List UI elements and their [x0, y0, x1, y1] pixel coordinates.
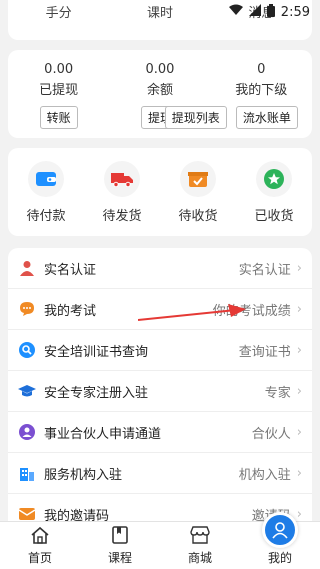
- chevron-right-icon: ›: [296, 424, 302, 440]
- nav-mine[interactable]: 我的: [240, 512, 320, 569]
- order-pending-payment[interactable]: 待付款: [10, 160, 82, 224]
- menu-item-my-exam[interactable]: 我的考试 你的考试成绩 ›: [8, 289, 312, 330]
- truck-icon: [104, 160, 140, 197]
- order-label: 已收货: [254, 208, 294, 224]
- menu-list: 实名认证 实名认证 › 我的考试 你的考试成绩 › 安全培训证书查询 查询证书 …: [8, 248, 312, 548]
- withdraw-list-button[interactable]: 提现列表: [164, 106, 227, 129]
- menu-value: 机构入驻: [238, 467, 291, 483]
- menu-value: 查询证书: [238, 344, 291, 360]
- menu-item-institution-entry[interactable]: 服务机构入驻 机构入驻 ›: [8, 453, 312, 494]
- chevron-right-icon: ›: [296, 342, 302, 358]
- status-bar: 2:59: [0, 0, 320, 24]
- menu-label: 安全专家注册入驻: [44, 385, 149, 401]
- chevron-right-icon: ›: [296, 383, 302, 399]
- withdrawn-label: 已提现: [39, 83, 79, 98]
- ledger-button[interactable]: 流水账单: [235, 106, 298, 129]
- battery-icon: [266, 3, 275, 21]
- menu-value: 你的考试成绩: [212, 303, 291, 319]
- order-label: 待收货: [178, 208, 218, 224]
- star-badge-icon: [256, 160, 292, 197]
- withdrawn-column: 0.00 已提现 转账: [9, 62, 109, 129]
- nav-home[interactable]: 首页: [0, 522, 80, 569]
- graduation-cap-icon: [18, 382, 36, 400]
- balance-label: 余额: [146, 83, 173, 98]
- orders-card: 待付款 待发货 待收货 已收货: [8, 148, 312, 236]
- bottom-nav: 首页 课程 商城 我的: [0, 512, 320, 569]
- nav-label: 商城: [187, 551, 212, 565]
- subordinates-value: 0: [257, 62, 266, 77]
- menu-value: 实名认证: [238, 262, 291, 278]
- menu-item-expert-registration[interactable]: 安全专家注册入驻 专家 ›: [8, 371, 312, 412]
- menu-label: 事业合伙人申请通道: [44, 426, 162, 442]
- shop-icon: [160, 526, 240, 546]
- nav-shop[interactable]: 商城: [160, 522, 240, 569]
- home-icon: [0, 526, 80, 546]
- book-icon: [80, 526, 160, 546]
- package-icon: [180, 160, 216, 197]
- wifi-icon: [228, 4, 243, 20]
- menu-value: 合伙人: [251, 426, 291, 442]
- person-icon: [18, 259, 36, 277]
- search-icon: [18, 341, 36, 359]
- menu-item-partner-application[interactable]: 事业合伙人申请通道 合伙人 ›: [8, 412, 312, 453]
- chevron-right-icon: ›: [296, 260, 302, 276]
- menu-label: 我的考试: [44, 303, 97, 319]
- balance-value: 0.00: [145, 62, 175, 77]
- order-label: 待发货: [102, 208, 142, 224]
- order-received[interactable]: 已收货: [238, 160, 310, 224]
- order-pending-shipment[interactable]: 待发货: [86, 160, 158, 224]
- chevron-right-icon: ›: [296, 301, 302, 317]
- nav-courses[interactable]: 课程: [80, 522, 160, 569]
- transfer-button[interactable]: 转账: [39, 106, 78, 129]
- chat-bubble-icon: [18, 300, 36, 318]
- finance-card: 0.00 已提现 转账 0.00 余额 提现 0 我的下级 提现列表 流水账单: [8, 50, 312, 138]
- user-icon: [262, 512, 298, 548]
- withdrawn-value: 0.00: [44, 62, 74, 77]
- order-pending-receipt[interactable]: 待收货: [162, 160, 234, 224]
- nav-label: 我的: [267, 551, 292, 565]
- nav-label: 首页: [27, 551, 52, 565]
- menu-label: 实名认证: [44, 262, 97, 278]
- status-time: 2:59: [280, 4, 310, 20]
- subordinates-column: 0 我的下级 提现列表 流水账单: [164, 62, 311, 129]
- signal-icon: [248, 4, 261, 20]
- order-label: 待付款: [26, 208, 66, 224]
- menu-label: 安全培训证书查询: [44, 344, 149, 360]
- chevron-right-icon: ›: [296, 465, 302, 481]
- menu-value: 专家: [264, 385, 291, 401]
- chevron-right-icon: ›: [296, 506, 302, 522]
- partner-icon: [18, 423, 36, 441]
- menu-item-certificate-query[interactable]: 安全培训证书查询 查询证书 ›: [8, 330, 312, 371]
- building-icon: [18, 464, 36, 482]
- menu-label: 服务机构入驻: [44, 467, 123, 483]
- nav-label: 课程: [107, 551, 132, 565]
- subordinates-label: 我的下级: [235, 83, 288, 98]
- menu-item-real-name[interactable]: 实名认证 实名认证 ›: [8, 248, 312, 289]
- wallet-icon: [28, 160, 64, 197]
